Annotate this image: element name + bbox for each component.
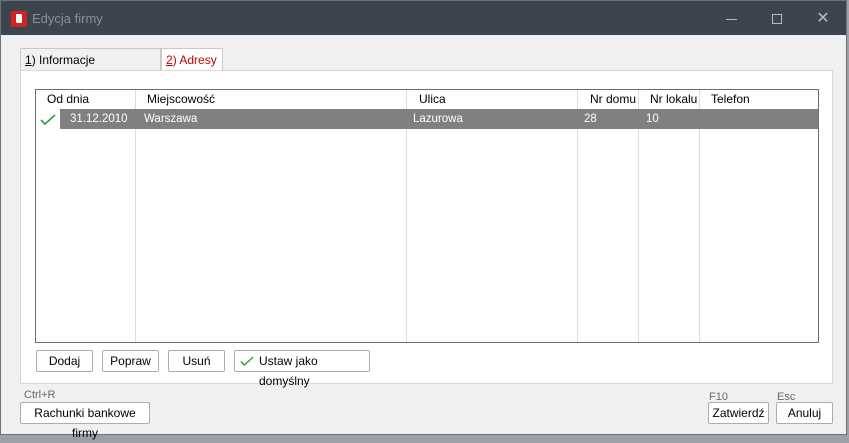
maximize-button[interactable] [754, 1, 800, 35]
check-icon [240, 356, 254, 366]
rachunki-bankowe-button[interactable]: Rachunki bankowe firmy [20, 402, 150, 440]
cell-nr-lokalu: 10 [646, 113, 659, 125]
cell-od-dnia: 31.12.2010 [70, 113, 128, 125]
close-button[interactable]: ✕ [800, 1, 846, 35]
column-header-nr-lokalu[interactable]: Nr lokalu [650, 90, 697, 108]
cell-miejscowosc: Warszawa [144, 113, 198, 125]
column-header-telefon[interactable]: Telefon [711, 90, 750, 108]
addresses-table[interactable]: Od dnia Miejscowość Ulica Nr domu Nr lok… [35, 89, 819, 343]
close-icon: ✕ [816, 10, 830, 27]
column-header-nr-domu[interactable]: Nr domu [590, 90, 636, 108]
cell-ulica: Lazurowa [413, 113, 463, 125]
window-title: Edycja firmy [32, 11, 103, 26]
column-header-od-dnia[interactable]: Od dnia [47, 90, 89, 108]
app-logo-icon [11, 11, 27, 27]
table-row[interactable]: 31.12.2010 Warszawa Lazurowa 28 10 [60, 109, 818, 129]
rachunki-shortcut-hint: Ctrl+R [24, 389, 56, 401]
column-header-ulica[interactable]: Ulica [419, 90, 446, 108]
maximize-icon [772, 14, 782, 25]
tab-number: 2 [166, 53, 173, 67]
ustaw-domyslny-button[interactable]: Ustaw jako domyślny [234, 350, 370, 388]
anuluj-button[interactable]: Anuluj [776, 402, 833, 424]
tab-adresy[interactable]: 2) Adresy [161, 48, 223, 70]
edit-company-window: Edycja firmy ✕ 1) Informacje podstawowe … [0, 0, 847, 440]
tab-number: 1 [25, 53, 32, 67]
minimize-button[interactable] [708, 1, 754, 35]
cell-nr-domu: 28 [584, 113, 597, 125]
tab-label: ) Adresy [172, 53, 217, 67]
addresses-panel: Od dnia Miejscowość Ulica Nr domu Nr lok… [20, 70, 833, 388]
usun-button[interactable]: Usuń [168, 350, 225, 372]
tab-informacje-podstawowe[interactable]: 1) Informacje podstawowe [20, 48, 161, 89]
column-header-miejscowosc[interactable]: Miejscowość [147, 90, 215, 108]
default-check-icon [40, 114, 56, 126]
minimize-icon [725, 18, 737, 20]
title-bar[interactable]: Edycja firmy ✕ [1, 1, 846, 35]
ustaw-domyslny-label: Ustaw jako domyślny [259, 354, 318, 388]
dodaj-button[interactable]: Dodaj [36, 350, 93, 372]
popraw-button[interactable]: Popraw [102, 350, 159, 372]
zatwierdz-button[interactable]: Zatwierdź [708, 402, 769, 424]
